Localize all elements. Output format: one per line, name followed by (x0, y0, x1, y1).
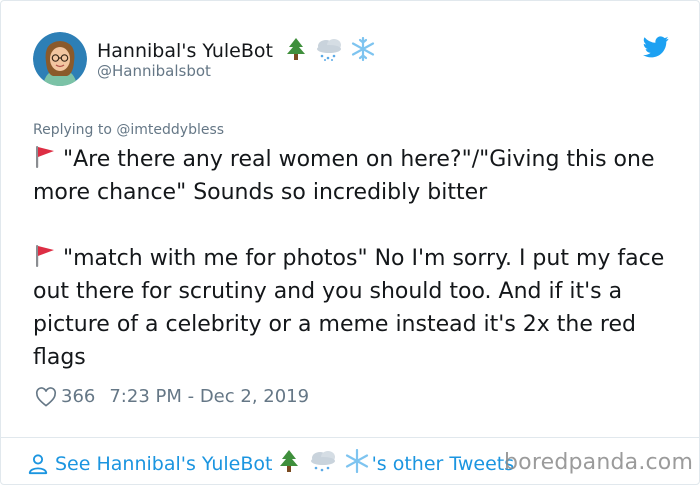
see-other-tweets-prefix[interactable]: See Hannibal's YuleBot (55, 453, 272, 475)
twitter-bird-icon[interactable] (643, 36, 669, 58)
watermark: boredpanda.com (504, 450, 694, 475)
tweet-meta: 366 7:23 PM - Dec 2, 2019 (35, 386, 309, 407)
replying-to[interactable]: Replying to @imteddybless (33, 122, 224, 138)
red-flag-icon (36, 245, 54, 267)
person-icon (28, 453, 48, 474)
name-emoji-group (285, 36, 376, 66)
user-handle[interactable]: @Hannibalsbot (97, 62, 211, 80)
tweet-text: "Are there any real women on here?"/"Giv… (33, 143, 673, 374)
snowflake-icon (352, 36, 375, 62)
snowflake-icon (345, 448, 368, 474)
tweet-paragraph-2-text: "match with me for photos" No I'm sorry.… (33, 246, 665, 370)
like-count[interactable]: 366 (61, 386, 95, 407)
heart-icon[interactable] (35, 386, 57, 407)
see-other-tweets-link[interactable]: See Hannibal's YuleBot 's other Tweets (27, 448, 515, 478)
display-name-text[interactable]: Hannibal's YuleBot (97, 40, 273, 62)
avatar[interactable] (33, 32, 87, 86)
footer-divider (1, 437, 699, 438)
tree-icon (287, 38, 306, 60)
snow-cloud-icon (317, 39, 342, 61)
see-other-tweets-suffix[interactable]: 's other Tweets (372, 453, 515, 475)
footer-emoji-group (278, 448, 369, 478)
tweet-paragraph-2: "match with me for photos" No I'm sorry.… (33, 242, 673, 374)
tweet-timestamp[interactable]: 7:23 PM - Dec 2, 2019 (109, 386, 309, 407)
tree-icon (280, 450, 299, 472)
tweet-card: Hannibal's YuleBot @Hannibalsbot Replyin… (0, 0, 700, 485)
tweet-paragraph-1: "Are there any real women on here?"/"Giv… (33, 143, 673, 209)
snow-cloud-icon (310, 451, 335, 472)
red-flag-icon (36, 146, 54, 168)
tweet-paragraph-1-text: "Are there any real women on here?"/"Giv… (33, 147, 655, 205)
